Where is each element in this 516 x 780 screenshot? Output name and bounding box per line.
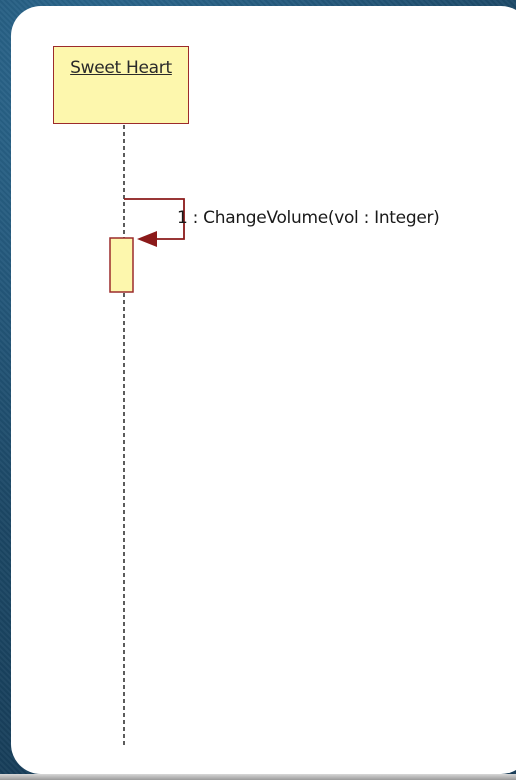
activation-bar[interactable] [109, 237, 134, 293]
self-message-label[interactable]: 1 : ChangeVolume(vol : Integer) [177, 208, 440, 228]
lifeline-name: Sweet Heart [70, 58, 172, 78]
lifeline-sweet-heart[interactable]: Sweet Heart [53, 46, 189, 124]
self-message-arrowhead [137, 231, 157, 247]
